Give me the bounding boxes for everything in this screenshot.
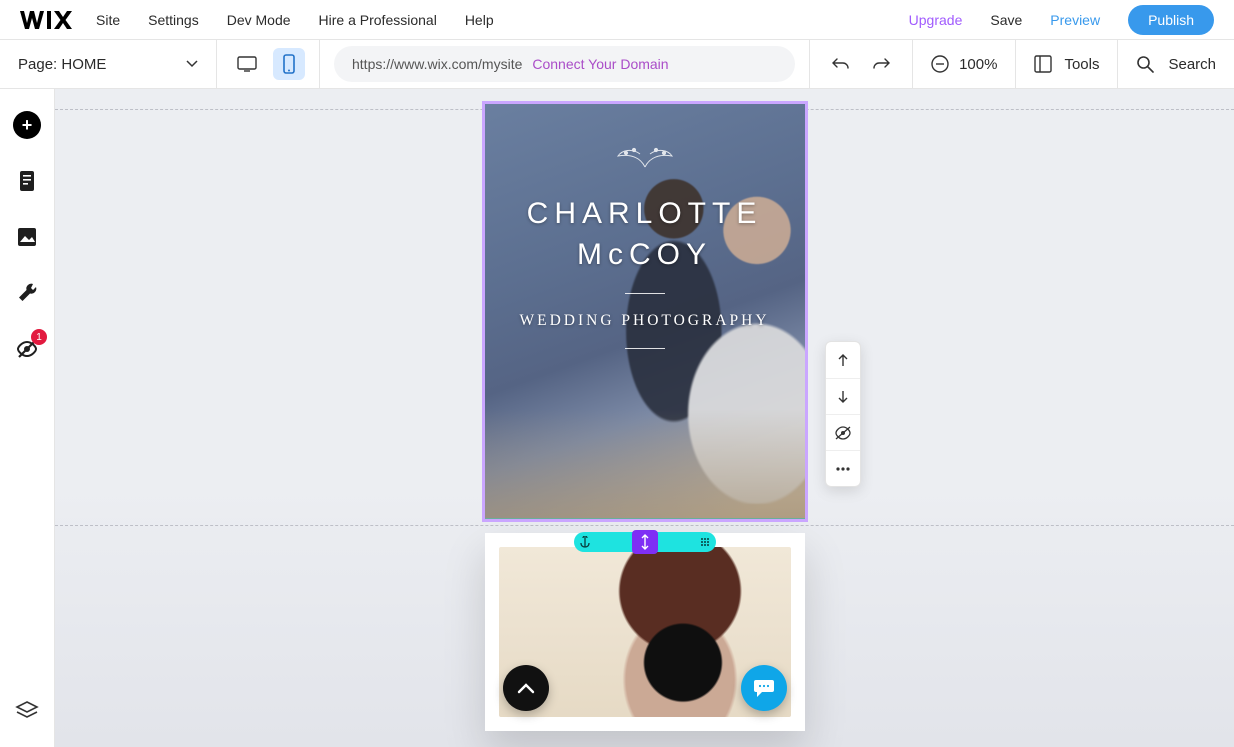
tools-icon (1034, 55, 1052, 73)
menu-dev-mode[interactable]: Dev Mode (227, 12, 291, 28)
preview-link[interactable]: Preview (1050, 12, 1100, 28)
menu-hire[interactable]: Hire a Professional (319, 12, 437, 28)
connect-domain-link[interactable]: Connect Your Domain (532, 56, 668, 72)
chat-button[interactable] (741, 665, 787, 711)
scroll-to-top-button[interactable] (503, 665, 549, 711)
selection-border (485, 518, 805, 519)
more-options-button[interactable] (826, 450, 860, 486)
left-rail: + 1 (0, 89, 55, 747)
arrange-panel (825, 341, 861, 487)
grip-icon (694, 532, 716, 552)
drag-vertical-icon[interactable] (632, 530, 658, 554)
page-label: Page: HOME (18, 56, 106, 73)
search-button[interactable]: Search (1118, 40, 1234, 88)
top-right-actions: Upgrade Save Preview Publish (909, 5, 1214, 35)
desktop-view-button[interactable] (231, 48, 263, 80)
tools-button[interactable]: Tools (1016, 40, 1118, 88)
anchor-icon (574, 532, 596, 552)
tools-label: Tools (1064, 56, 1099, 73)
top-menu-bar: Site Settings Dev Mode Hire a Profession… (0, 0, 1234, 40)
zoom-value: 100% (959, 56, 997, 73)
undo-redo-section (810, 40, 913, 88)
hidden-elements-button[interactable]: 1 (13, 335, 41, 363)
notification-badge: 1 (31, 329, 47, 345)
hero-subtitle[interactable]: WEDDING PHOTOGRAPHY (519, 312, 769, 330)
pages-panel-button[interactable] (13, 167, 41, 195)
zoom-out-icon (931, 55, 949, 73)
top-menus: Site Settings Dev Mode Hire a Profession… (96, 12, 494, 28)
background-panel-button[interactable] (13, 223, 41, 251)
wix-logo (20, 10, 74, 30)
menu-help[interactable]: Help (465, 12, 494, 28)
hero-title[interactable]: CHARLOTTE McCOY (527, 194, 763, 275)
page-selector[interactable]: Page: HOME (0, 40, 217, 88)
floral-ornament-icon (600, 139, 690, 169)
zoom-control[interactable]: 100% (913, 40, 1016, 88)
url-section: https://www.wix.com/mysite Connect Your … (320, 40, 810, 88)
device-toggle (217, 40, 320, 88)
chevron-up-icon (517, 682, 535, 694)
hide-element-button[interactable] (826, 414, 860, 450)
hero-section[interactable]: CHARLOTTE McCOY WEDDING PHOTOGRAPHY (485, 104, 805, 519)
divider-line (625, 348, 665, 349)
divider-line (625, 293, 665, 294)
hero-title-line1: CHARLOTTE (527, 197, 763, 230)
move-up-button[interactable] (826, 342, 860, 378)
menu-site[interactable]: Site (96, 12, 120, 28)
upgrade-link[interactable]: Upgrade (909, 12, 963, 28)
menu-settings[interactable]: Settings (148, 12, 199, 28)
scrollbar[interactable] (55, 717, 66, 747)
save-link[interactable]: Save (990, 12, 1022, 28)
layers-button[interactable] (13, 697, 41, 725)
site-url: https://www.wix.com/mysite (352, 56, 522, 72)
mobile-view-button[interactable] (273, 48, 305, 80)
search-label: Search (1168, 56, 1216, 73)
tools-panel-button[interactable] (13, 279, 41, 307)
hero-title-line2: McCOY (577, 238, 712, 271)
url-bar[interactable]: https://www.wix.com/mysite Connect Your … (334, 46, 795, 82)
add-element-button[interactable]: + (13, 111, 41, 139)
chevron-down-icon (186, 60, 198, 68)
section-resize-handle[interactable] (574, 532, 716, 552)
redo-button[interactable] (872, 56, 890, 72)
mobile-preview-frame: CHARLOTTE McCOY WEDDING PHOTOGRAPHY (485, 104, 805, 731)
publish-button[interactable]: Publish (1128, 5, 1214, 35)
toolbar: Page: HOME https://www.wix.com/mysite Co… (0, 40, 1234, 89)
plus-icon: + (22, 115, 33, 136)
undo-button[interactable] (832, 56, 850, 72)
chat-icon (753, 678, 775, 698)
move-down-button[interactable] (826, 378, 860, 414)
editor-canvas[interactable]: CHARLOTTE McCOY WEDDING PHOTOGRAPHY (55, 89, 1234, 747)
search-icon (1136, 55, 1154, 73)
